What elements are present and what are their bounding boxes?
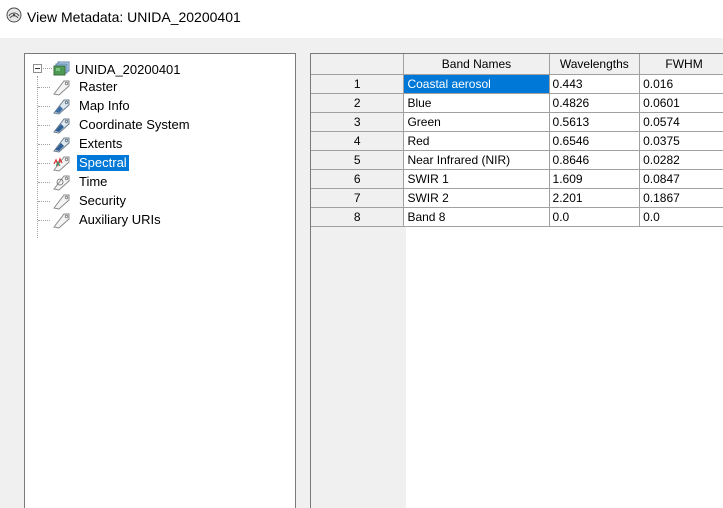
metadata-tree[interactable]: UNIDA_20200401 Raster Map Info Coordinat… xyxy=(24,53,296,508)
tree-item-map-info[interactable]: Map Info xyxy=(37,97,287,115)
tree-item-label: Map Info xyxy=(79,98,130,113)
tag-icon xyxy=(53,194,70,210)
window-title: View Metadata: UNIDA_20200401 xyxy=(27,9,241,25)
band-name-cell[interactable]: Near Infrared (NIR) xyxy=(403,150,550,170)
tree-item-raster[interactable]: Raster xyxy=(37,78,287,96)
table-row[interactable]: 6 SWIR 1 1.609 0.0847 xyxy=(311,169,723,189)
tree-item-time[interactable]: Time xyxy=(37,173,287,191)
fwhm-cell[interactable]: 0.0375 xyxy=(639,131,723,151)
tree-item-security[interactable]: Security xyxy=(37,192,287,210)
band-name-cell[interactable]: SWIR 2 xyxy=(403,188,550,208)
wavelength-cell[interactable]: 0.8646 xyxy=(549,150,641,170)
fwhm-cell[interactable]: 0.0601 xyxy=(639,93,723,113)
column-header-wavelengths[interactable]: Wavelengths xyxy=(549,54,641,75)
table-row[interactable]: 8 Band 8 0.0 0.0 xyxy=(311,207,723,227)
collapse-toggle-icon[interactable] xyxy=(33,64,42,73)
band-name-cell[interactable]: Green xyxy=(403,112,550,132)
fwhm-cell[interactable]: 0.0847 xyxy=(639,169,723,189)
band-name-cell[interactable]: Blue xyxy=(403,93,550,113)
band-name-cell[interactable]: SWIR 1 xyxy=(403,169,550,189)
table-row[interactable]: 3 Green 0.5613 0.0574 xyxy=(311,112,723,132)
table-row[interactable]: 4 Red 0.6546 0.0375 xyxy=(311,131,723,151)
wavelength-cell[interactable]: 1.609 xyxy=(549,169,641,189)
tag-icon xyxy=(53,137,70,153)
table-row[interactable]: 7 SWIR 2 2.201 0.1867 xyxy=(311,188,723,208)
fwhm-cell[interactable]: 0.016 xyxy=(639,74,723,94)
grid-corner xyxy=(311,54,405,75)
tag-icon xyxy=(53,175,70,191)
tree-item-label: Raster xyxy=(79,79,118,94)
tree-item-label: Time xyxy=(79,174,108,189)
tag-icon xyxy=(53,213,70,229)
tree-item-label: Auxiliary URIs xyxy=(79,212,161,227)
tag-icon xyxy=(53,99,70,115)
row-header[interactable]: 7 xyxy=(311,188,405,208)
row-header[interactable]: 1 xyxy=(311,74,405,94)
tree-item-label: Spectral xyxy=(77,155,129,171)
tree-item-label: Coordinate System xyxy=(79,117,190,132)
fwhm-cell[interactable]: 0.0574 xyxy=(639,112,723,132)
metadata-window: View Metadata: UNIDA_20200401 UNIDA_2020… xyxy=(0,0,723,508)
band-name-cell[interactable]: Band 8 xyxy=(403,207,550,227)
tag-icon xyxy=(53,80,70,96)
row-header[interactable]: 8 xyxy=(311,207,405,227)
wavelength-cell[interactable]: 0.0 xyxy=(549,207,641,227)
tree-item-auxiliary-uris[interactable]: Auxiliary URIs xyxy=(37,211,287,229)
fwhm-cell[interactable]: 0.0282 xyxy=(639,150,723,170)
row-header[interactable]: 2 xyxy=(311,93,405,113)
row-header[interactable]: 4 xyxy=(311,131,405,151)
column-header-band-names[interactable]: Band Names xyxy=(403,54,550,75)
wavelength-cell[interactable]: 0.443 xyxy=(549,74,641,94)
tree-item-spectral[interactable]: Spectral xyxy=(37,154,287,172)
wavelength-cell[interactable]: 0.5613 xyxy=(549,112,641,132)
tree-root-label: UNIDA_20200401 xyxy=(75,62,181,77)
tag-icon xyxy=(53,118,70,134)
wavelength-cell[interactable]: 0.4826 xyxy=(549,93,641,113)
metadata-globe-icon xyxy=(6,7,22,23)
column-header-fwhm[interactable]: FWHM xyxy=(639,54,723,75)
tree-item-extents[interactable]: Extents xyxy=(37,135,287,153)
wavelength-cell[interactable]: 0.6546 xyxy=(549,131,641,151)
band-grid[interactable]: Band Names Wavelengths FWHM 1 Coastal ae… xyxy=(311,54,723,227)
table-row[interactable]: 5 Near Infrared (NIR) 0.8646 0.0282 xyxy=(311,150,723,170)
band-name-cell[interactable]: Coastal aerosol xyxy=(403,74,550,94)
tree-item-label: Security xyxy=(79,193,126,208)
tree-item-label: Extents xyxy=(79,136,123,151)
table-row[interactable]: 2 Blue 0.4826 0.0601 xyxy=(311,93,723,113)
title-bar: View Metadata: UNIDA_20200401 xyxy=(0,0,723,38)
spectral-table[interactable]: Band Names Wavelengths FWHM 1 Coastal ae… xyxy=(310,53,723,508)
raster-stack-icon xyxy=(53,61,70,76)
row-header[interactable]: 5 xyxy=(311,150,405,170)
table-row[interactable]: 1 Coastal aerosol 0.443 0.016 xyxy=(311,74,723,94)
wavelength-cell[interactable]: 2.201 xyxy=(549,188,641,208)
row-header[interactable]: 3 xyxy=(311,112,405,132)
tree-item-coordinate-system[interactable]: Coordinate System xyxy=(37,116,287,134)
fwhm-cell[interactable]: 0.0 xyxy=(639,207,723,227)
spectral-tag-icon xyxy=(53,156,70,172)
row-header[interactable]: 6 xyxy=(311,169,405,189)
fwhm-cell[interactable]: 0.1867 xyxy=(639,188,723,208)
band-name-cell[interactable]: Red xyxy=(403,131,550,151)
